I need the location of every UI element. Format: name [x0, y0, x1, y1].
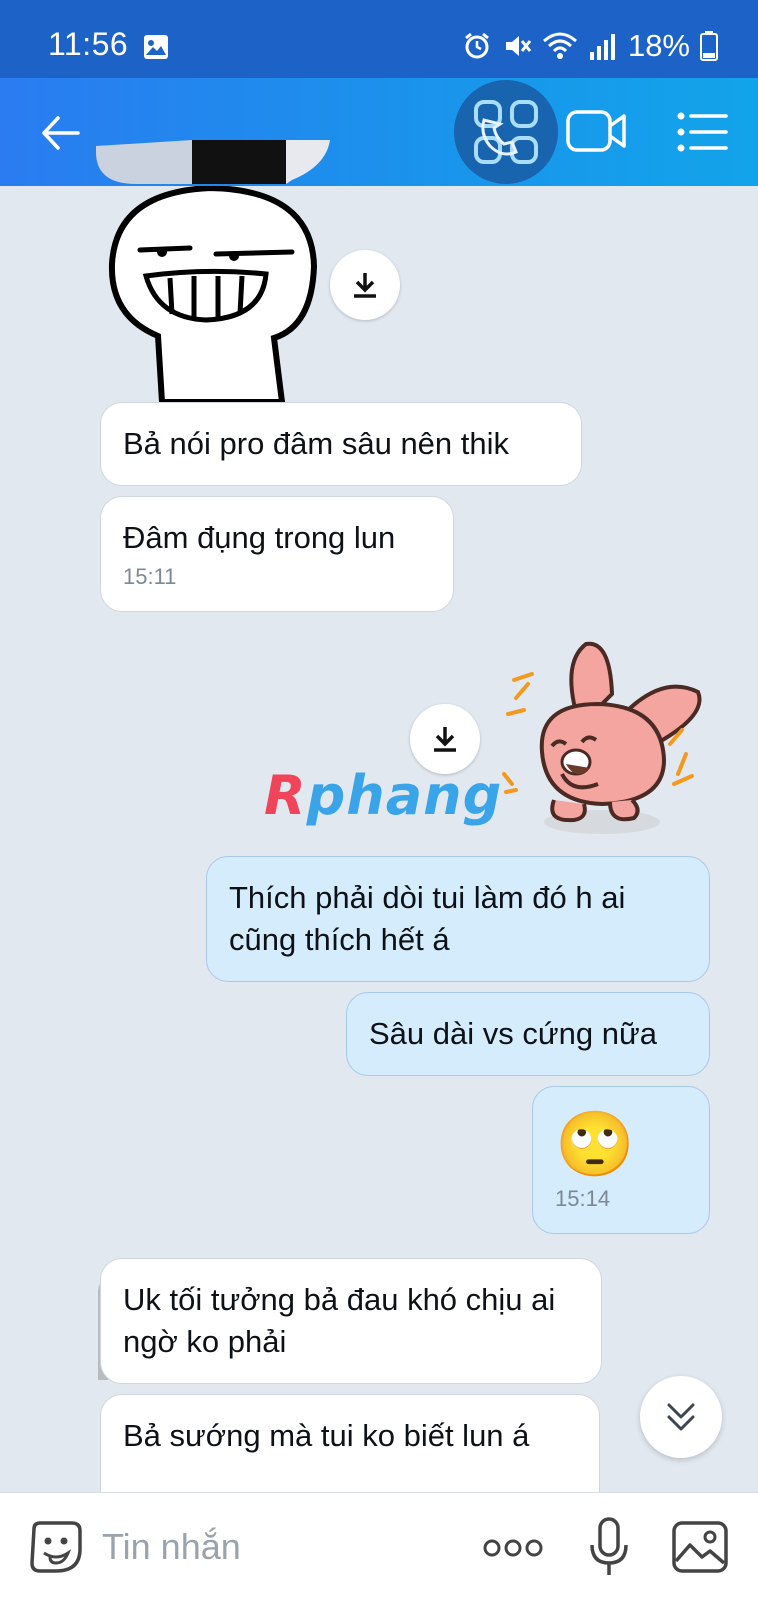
incoming-message-bubble[interactable]: Bả nói pro đâm sâu nên thik — [100, 402, 582, 486]
message-list[interactable]: Bả nói pro đâm sâu nên thik Đâm đụng tro… — [0, 186, 758, 1492]
incoming-message-bubble[interactable]: Uk tối tưởng bả đau khó chịu ai ngờ ko p… — [100, 1258, 602, 1384]
download-icon — [434, 727, 456, 752]
message-text: Bả nói pro đâm sâu nên thik — [123, 426, 510, 461]
more-options-icon[interactable] — [482, 1537, 544, 1559]
message-text: Thích phải dòi tui làm đó h ai cũng thíc… — [229, 880, 626, 957]
message-time: 15:14 — [555, 1186, 611, 1211]
grin-face-sticker[interactable] — [106, 186, 322, 402]
phone-icon — [474, 100, 538, 164]
outgoing-emoji-bubble[interactable]: 🙄 15:14 — [532, 1086, 710, 1234]
watermark-logo: Rphang — [264, 764, 503, 827]
signal-icon — [589, 34, 615, 60]
arrow-left-icon[interactable] — [36, 108, 86, 158]
message-input-bar — [0, 1492, 758, 1600]
download-sticker-button[interactable] — [330, 250, 400, 320]
mute-icon — [505, 36, 532, 56]
status-time: 11:56 — [48, 26, 129, 62]
wifi-icon — [542, 32, 577, 59]
message-time: 15:11 — [123, 564, 177, 589]
battery-icon — [700, 31, 718, 61]
incoming-message-bubble[interactable]: Đâm đụng trong lun 15:11 — [100, 496, 454, 612]
microphone-icon[interactable] — [588, 1517, 630, 1577]
sticker-emoji-icon[interactable] — [28, 1519, 84, 1575]
download-icon — [354, 273, 376, 298]
list-menu-icon[interactable] — [676, 108, 728, 156]
battery-percent: 18% — [627, 28, 690, 63]
status-icons: 18% — [462, 28, 718, 64]
outgoing-message-bubble[interactable]: Thích phải dòi tui làm đó h ai cũng thíc… — [206, 856, 710, 982]
status-bar: 11:56 18% — [0, 0, 758, 78]
contact-name-redacted — [96, 140, 330, 184]
scroll-to-bottom-button[interactable] — [640, 1376, 722, 1458]
alarm-icon — [465, 32, 489, 59]
incoming-message-bubble[interactable]: Bả sướng mà tui ko biết lun á — [100, 1394, 600, 1492]
chevron-double-down-icon — [667, 1403, 695, 1431]
message-text: Bả sướng mà tui ko biết lun á — [123, 1418, 530, 1453]
message-input[interactable] — [102, 1521, 442, 1573]
emoji-message: 🙄 — [555, 1108, 635, 1182]
chat-header — [0, 78, 758, 186]
image-notification-icon — [144, 35, 168, 59]
bunny-sticker[interactable] — [502, 634, 712, 840]
outgoing-message-bubble[interactable]: Sâu dài vs cứng nữa — [346, 992, 710, 1076]
message-text: Uk tối tưởng bả đau khó chịu ai ngờ ko p… — [123, 1282, 556, 1359]
message-text: Sâu dài vs cứng nữa — [369, 1016, 657, 1051]
phone-call-button[interactable] — [454, 80, 558, 184]
photo-gallery-icon[interactable] — [672, 1521, 728, 1573]
video-camera-icon[interactable] — [566, 106, 628, 156]
message-text: Đâm đụng trong lun — [123, 520, 396, 555]
